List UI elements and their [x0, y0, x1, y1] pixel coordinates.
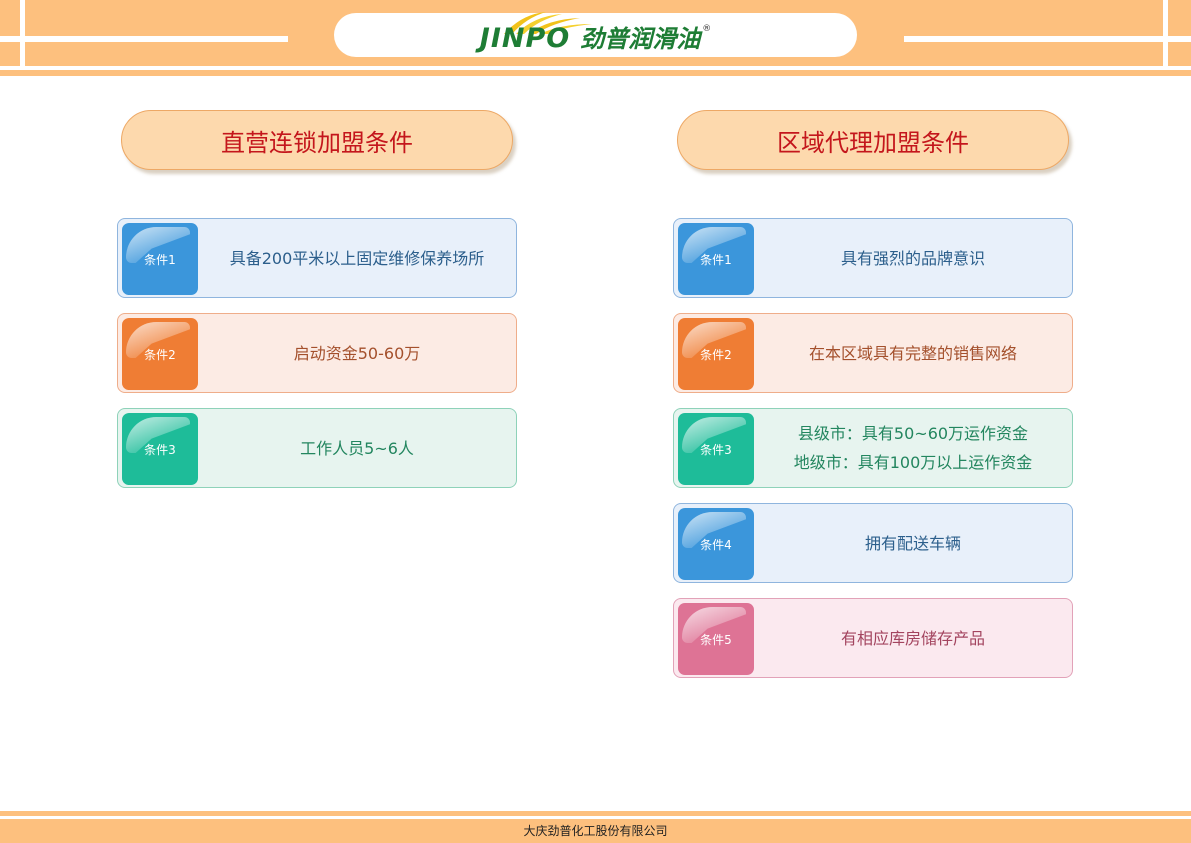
condition-text: 具备200平米以上固定维修保养场所	[204, 219, 510, 297]
condition-text-line: 启动资金50-60万	[293, 343, 421, 363]
condition-badge: 条件4	[678, 508, 754, 580]
left-condition-3: 条件3 工作人员5~6人	[117, 408, 517, 488]
condition-text: 拥有配送车辆	[760, 504, 1066, 582]
condition-text: 具有强烈的品牌意识	[760, 219, 1066, 297]
condition-text: 工作人员5~6人	[204, 409, 510, 487]
condition-text: 有相应库房储存产品	[760, 599, 1066, 677]
left-condition-2: 条件2 启动资金50-60万	[117, 313, 517, 393]
footer-company-name: 大庆劲普化工股份有限公司	[523, 824, 668, 838]
right-condition-1: 条件1 具有强烈的品牌意识	[673, 218, 1073, 298]
condition-text: 启动资金50-60万	[204, 314, 510, 392]
left-condition-1: 条件1 具备200平米以上固定维修保养场所	[117, 218, 517, 298]
condition-badge: 条件5	[678, 603, 754, 675]
header-divider	[20, 0, 25, 66]
condition-badge-label: 条件1	[700, 252, 732, 267]
right-condition-5: 条件5 有相应库房储存产品	[673, 598, 1073, 678]
header-divider	[1163, 0, 1168, 66]
regional-agent-title: 区域代理加盟条件	[677, 110, 1069, 170]
logo-wordmark: JINPO	[479, 23, 571, 54]
condition-badge: 条件3	[122, 413, 198, 485]
header-band: JINPO 劲普润滑油 ®	[0, 0, 1191, 76]
condition-badge-label: 条件5	[700, 632, 732, 647]
condition-badge-label: 条件3	[144, 442, 176, 457]
logo-chinese-name: 劲普润滑油	[580, 25, 701, 53]
condition-badge-label: 条件1	[144, 252, 176, 267]
condition-text: 在本区域具有完整的销售网络	[760, 314, 1066, 392]
condition-text-line: 地级市：具有100万以上运作资金	[793, 453, 1033, 472]
condition-badge: 条件1	[678, 223, 754, 295]
condition-badge-label: 条件4	[700, 537, 732, 552]
right-condition-2: 条件2 在本区域具有完整的销售网络	[673, 313, 1073, 393]
condition-badge-label: 条件3	[700, 442, 732, 457]
condition-badge: 条件3	[678, 413, 754, 485]
condition-badge-label: 条件2	[700, 347, 732, 362]
condition-badge: 条件2	[678, 318, 754, 390]
right-condition-4: 条件4 拥有配送车辆	[673, 503, 1073, 583]
brand-logo: JINPO 劲普润滑油 ®	[479, 12, 712, 54]
condition-text-line: 在本区域具有完整的销售网络	[808, 343, 1017, 363]
condition-text: 县级市：具有50~60万运作资金 地级市：具有100万以上运作资金	[760, 409, 1066, 487]
header-divider	[0, 66, 1191, 70]
condition-text-line: 工作人员5~6人	[300, 438, 414, 458]
condition-text-line: 拥有配送车辆	[864, 533, 961, 553]
condition-text-line: 具备200平米以上固定维修保养场所	[229, 248, 485, 268]
condition-text-line: 有相应库房储存产品	[840, 628, 985, 648]
header-divider	[0, 36, 288, 42]
direct-chain-title: 直营连锁加盟条件	[121, 110, 513, 170]
condition-badge-label: 条件2	[144, 347, 176, 362]
right-condition-3: 条件3 县级市：具有50~60万运作资金 地级市：具有100万以上运作资金	[673, 408, 1073, 488]
logo-pill: JINPO 劲普润滑油 ®	[334, 12, 857, 57]
header-divider	[904, 36, 1191, 42]
condition-text-line: 县级市：具有50~60万运作资金	[797, 424, 1029, 443]
footer-divider	[0, 816, 1191, 819]
condition-badge: 条件2	[122, 318, 198, 390]
condition-badge: 条件1	[122, 223, 198, 295]
condition-text-line: 具有强烈的品牌意识	[840, 248, 985, 268]
registered-mark: ®	[702, 24, 712, 34]
